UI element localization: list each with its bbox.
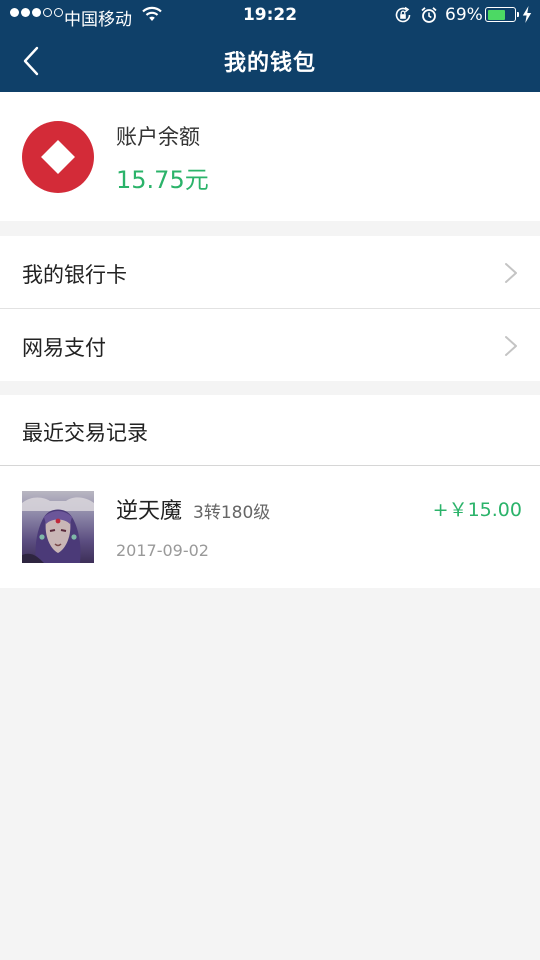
balance-value: 15.75元	[116, 166, 209, 194]
balance-card: 账户余额 15.75元	[0, 92, 540, 221]
status-bar: 中国移动 19:22 69%	[0, 0, 540, 30]
navigation-bar: 我的钱包	[0, 30, 540, 92]
wallet-logo	[22, 121, 94, 193]
battery-percent: 69%	[445, 5, 483, 25]
netease-pay-label: 网易支付	[22, 336, 106, 360]
rotation-lock-icon	[395, 6, 411, 23]
wallet-screen: 中国移动 19:22 69% 我的钱包 账户余额 15.75元 我的银行卡 网易…	[0, 0, 540, 960]
battery-icon	[485, 7, 519, 22]
wallet-menu: 我的银行卡 网易支付	[0, 236, 540, 381]
transaction-amount: +￥15.00	[432, 499, 522, 521]
bank-cards-label: 我的银行卡	[22, 263, 127, 287]
charging-icon	[522, 6, 532, 23]
character-name: 逆天魔	[116, 499, 183, 524]
netease-pay-item[interactable]: 网易支付	[0, 308, 540, 381]
alarm-icon	[421, 7, 437, 23]
battery-level	[487, 9, 506, 20]
balance-label: 账户余额	[116, 125, 200, 149]
chevron-right-icon	[505, 336, 517, 356]
bank-cards-item[interactable]: 我的银行卡	[0, 236, 540, 308]
page-title: 我的钱包	[223, 51, 316, 76]
transaction-row[interactable]: 逆天魔 3转180级 2017-09-02 +￥15.00	[0, 467, 540, 588]
recent-transactions: 最近交易记录 逆天魔 3转180级 2017-09-02 +￥15.00	[0, 395, 540, 588]
section-title: 最近交易记录	[22, 421, 148, 445]
character-avatar	[22, 491, 94, 563]
chevron-right-icon	[505, 263, 517, 283]
character-level: 3转180级	[193, 503, 271, 523]
section-header: 最近交易记录	[0, 395, 540, 466]
header: 中国移动 19:22 69% 我的钱包	[0, 0, 540, 92]
transaction-date: 2017-09-02	[116, 541, 209, 560]
